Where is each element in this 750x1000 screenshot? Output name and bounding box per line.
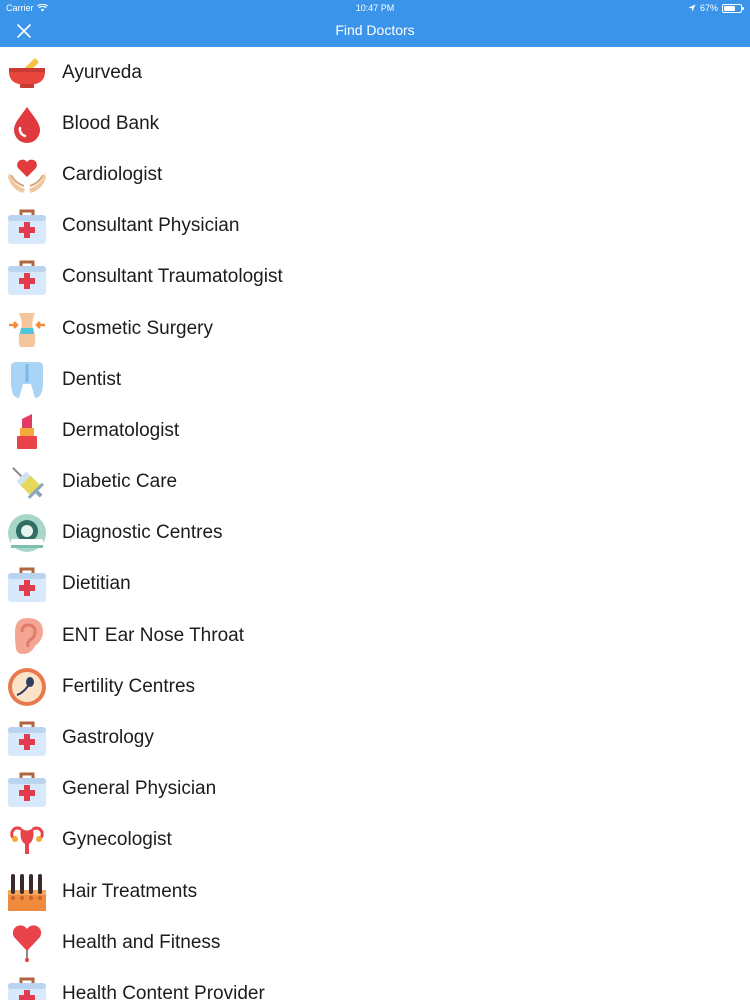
specialty-row[interactable]: Dietitian — [0, 559, 750, 610]
specialty-label: Health Content Provider — [62, 982, 265, 1000]
body-contour-icon — [7, 309, 47, 349]
specialty-row[interactable]: Diabetic Care — [0, 457, 750, 508]
status-time: 10:47 PM — [355, 3, 395, 13]
page-title: Find Doctors — [335, 22, 415, 38]
battery-level — [724, 5, 735, 11]
specialty-label: Gynecologist — [62, 829, 172, 851]
specialty-row[interactable]: Health and Fitness — [0, 917, 750, 968]
specialty-label: Diagnostic Centres — [62, 522, 223, 544]
medical-kit-icon — [7, 564, 47, 604]
battery-percent: 67% — [699, 3, 718, 13]
tooth-icon — [7, 360, 47, 400]
specialty-row[interactable]: General Physician — [0, 764, 750, 815]
specialty-label: Diabetic Care — [62, 471, 178, 493]
specialty-row[interactable]: Blood Bank — [0, 98, 750, 149]
specialty-label: ENT Ear Nose Throat — [62, 624, 244, 646]
ear-icon — [7, 616, 47, 656]
specialty-row[interactable]: Gynecologist — [0, 815, 750, 866]
medical-kit-icon — [7, 257, 47, 297]
specialty-row[interactable]: Dentist — [0, 354, 750, 405]
find-doctors-screen: Carrier 10:47 PM 67% Find Doctors Ayurve… — [0, 0, 750, 1000]
specialty-label: Consultant Traumatologist — [62, 266, 283, 288]
status-right: 67% — [688, 3, 744, 13]
specialty-label: Cardiologist — [62, 163, 163, 185]
syringe-icon — [7, 462, 47, 502]
sperm-egg-icon — [7, 667, 47, 707]
specialty-label: Dentist — [62, 368, 122, 390]
specialty-row[interactable]: Cosmetic Surgery — [0, 303, 750, 354]
specialty-label: Fertility Centres — [62, 675, 196, 697]
specialty-row[interactable]: Dermatologist — [0, 405, 750, 456]
medical-kit-icon — [7, 974, 47, 1000]
specialty-row[interactable]: Hair Treatments — [0, 866, 750, 917]
specialty-list: Ayurveda Blood Bank Cardiologist Consult… — [0, 47, 750, 1000]
mri-scanner-icon — [7, 513, 47, 553]
lipstick-icon — [7, 411, 47, 451]
blood-drop-icon — [7, 104, 47, 144]
specialty-row[interactable]: Diagnostic Centres — [0, 508, 750, 559]
header: Carrier 10:47 PM 67% Find Doctors — [0, 0, 750, 47]
specialty-row[interactable]: Consultant Traumatologist — [0, 252, 750, 303]
specialty-label: Dietitian — [62, 573, 131, 595]
specialty-label: Gastrology — [62, 727, 154, 749]
specialty-label: Dermatologist — [62, 419, 180, 441]
navigation-bar: Find Doctors — [0, 16, 750, 47]
medical-kit-icon — [7, 206, 47, 246]
specialty-row[interactable]: Fertility Centres — [0, 661, 750, 712]
specialty-label: General Physician — [62, 778, 217, 800]
hair-follicles-icon — [7, 872, 47, 912]
specialty-label: Consultant Physician — [62, 215, 240, 237]
status-bar: Carrier 10:47 PM 67% — [0, 0, 750, 16]
specialty-row[interactable]: Consultant Physician — [0, 201, 750, 252]
specialty-label: Hair Treatments — [62, 880, 198, 902]
mortar-pestle-icon — [7, 53, 47, 93]
medical-kit-icon — [7, 718, 47, 758]
specialty-label: Cosmetic Surgery — [62, 317, 213, 339]
specialty-row[interactable]: Cardiologist — [0, 149, 750, 200]
specialty-row[interactable]: Ayurveda — [0, 47, 750, 98]
location-arrow-icon — [688, 4, 696, 12]
specialty-row[interactable]: Health Content Provider — [0, 968, 750, 1000]
medical-kit-icon — [7, 769, 47, 809]
battery-icon — [722, 3, 744, 13]
specialty-label: Ayurveda — [62, 61, 142, 83]
heart-hands-icon — [7, 155, 47, 195]
uterus-icon — [7, 820, 47, 860]
specialty-label: Health and Fitness — [62, 931, 221, 953]
specialty-label: Blood Bank — [62, 112, 160, 134]
specialty-row[interactable]: ENT Ear Nose Throat — [0, 610, 750, 661]
heart-pin-icon — [7, 923, 47, 963]
specialty-row[interactable]: Gastrology — [0, 712, 750, 763]
